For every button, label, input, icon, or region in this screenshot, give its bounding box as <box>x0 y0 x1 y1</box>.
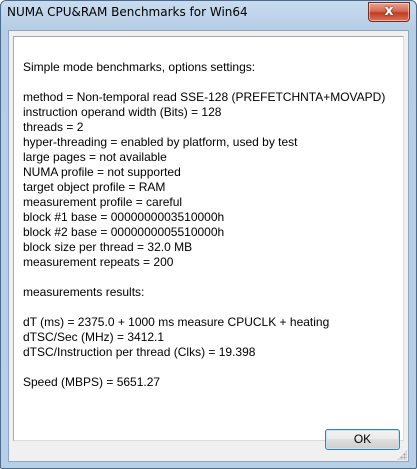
close-button[interactable]: x <box>368 2 410 22</box>
report-line <box>23 300 385 315</box>
report-text-panel: Simple mode benchmarks, options settings… <box>13 36 404 441</box>
report-lines: Simple mode benchmarks, options settings… <box>23 60 385 390</box>
report-line <box>23 360 385 375</box>
report-line: block size per thread = 32.0 MB <box>23 240 193 254</box>
report-line: measurement repeats = 200 <box>23 255 174 269</box>
resize-grip[interactable] <box>397 450 407 460</box>
dialog-window: NUMA CPU&RAM Benchmarks for Win64 x Simp… <box>0 0 417 469</box>
report-line: block #2 base = 0000000005510000h <box>23 225 225 239</box>
report-line: dT (ms) = 2375.0 + 1000 ms measure CPUCL… <box>23 315 330 329</box>
report-line: Speed (MBPS) = 5651.27 <box>23 375 161 389</box>
report-line: block #1 base = 0000000003510000h <box>23 210 225 224</box>
report-line: method = Non-temporal read SSE-128 (PREF… <box>23 90 386 104</box>
report-line: NUMA profile = not supported <box>23 165 181 179</box>
report-line <box>23 75 385 90</box>
close-icon: x <box>384 3 394 19</box>
report-line: instruction operand width (Bits) = 128 <box>23 105 222 119</box>
report-line: dTSC/Sec (MHz) = 3412.1 <box>23 330 165 344</box>
report-line: large pages = not available <box>23 150 167 164</box>
report-line: target object profile = RAM <box>23 180 166 194</box>
report-line: measurement profile = careful <box>23 195 183 209</box>
ok-button[interactable]: OK <box>325 429 400 450</box>
report-line: hyper-threading = enabled by platform, u… <box>23 135 298 149</box>
window-title: NUMA CPU&RAM Benchmarks for Win64 <box>7 5 248 19</box>
report-line: Simple mode benchmarks, options settings… <box>23 60 256 74</box>
dialog-client-area: Simple mode benchmarks, options settings… <box>8 30 409 462</box>
report-line: dTSC/Instruction per thread (Clks) = 19.… <box>23 345 256 359</box>
title-bar[interactable]: NUMA CPU&RAM Benchmarks for Win64 x <box>1 1 416 25</box>
report-line: measurements results: <box>23 285 145 299</box>
report-line <box>23 270 385 285</box>
report-line: threads = 2 <box>23 120 84 134</box>
